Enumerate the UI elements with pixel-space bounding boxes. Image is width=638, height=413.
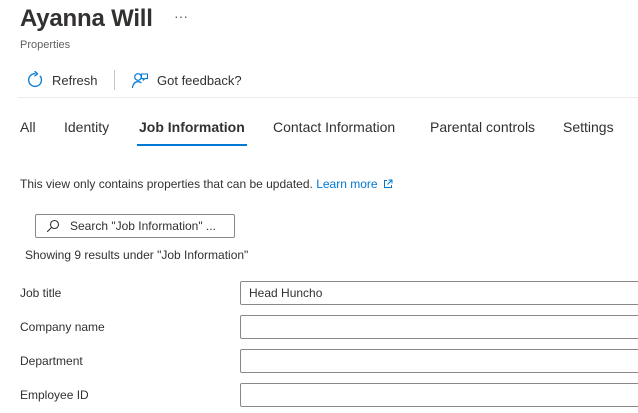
command-bar: Refresh Got feedback? xyxy=(0,64,638,98)
department-field[interactable] xyxy=(240,349,638,373)
refresh-icon xyxy=(28,71,43,88)
info-text: This view only contains properties that … xyxy=(20,177,313,191)
department-label: Department xyxy=(20,354,83,368)
company-name-label: Company name xyxy=(20,320,105,334)
more-options-button[interactable]: ··· xyxy=(174,8,188,24)
search-box[interactable] xyxy=(35,214,235,238)
tab-identity[interactable]: Identity xyxy=(64,112,109,146)
tab-bar: All Identity Job Information Contact Inf… xyxy=(0,112,638,148)
tab-settings[interactable]: Settings xyxy=(563,112,614,146)
refresh-button[interactable]: Refresh xyxy=(26,68,98,92)
learn-more-link[interactable]: Learn more xyxy=(316,177,393,191)
external-link-icon xyxy=(383,179,393,188)
employee-id-label: Employee ID xyxy=(20,388,89,402)
company-name-field[interactable] xyxy=(240,315,638,339)
toolbar-divider xyxy=(114,70,115,90)
properties-page: Ayanna Will ··· Properties Refresh Got f… xyxy=(0,0,638,413)
refresh-label: Refresh xyxy=(52,72,98,88)
page-title: Ayanna Will xyxy=(20,5,153,32)
info-message: This view only contains properties that … xyxy=(20,177,393,191)
feedback-label: Got feedback? xyxy=(157,72,242,88)
job-title-label: Job title xyxy=(20,286,62,300)
page-subtitle: Properties xyxy=(20,39,71,51)
learn-more-label: Learn more xyxy=(316,177,378,191)
results-count: Showing 9 results under "Job Information… xyxy=(25,248,249,262)
employee-id-field[interactable] xyxy=(240,383,638,407)
tab-all[interactable]: All xyxy=(20,112,36,146)
feedback-button[interactable]: Got feedback? xyxy=(131,68,242,92)
job-title-field[interactable] xyxy=(240,281,638,305)
toolbar-divider-line xyxy=(18,97,638,98)
feedback-person-icon xyxy=(131,73,149,89)
search-icon xyxy=(46,219,60,233)
tab-job-information[interactable]: Job Information xyxy=(137,112,247,146)
tab-parental-controls[interactable]: Parental controls xyxy=(430,112,535,146)
search-input[interactable] xyxy=(70,219,228,233)
tab-contact-information[interactable]: Contact Information xyxy=(273,112,395,146)
